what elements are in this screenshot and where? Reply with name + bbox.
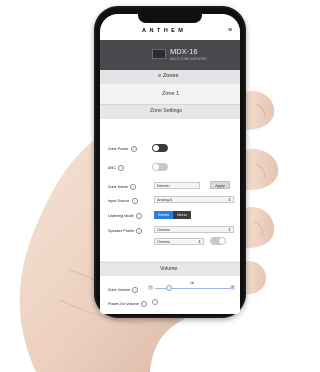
zone-volume-value: 16 <box>190 281 194 285</box>
stereo-option[interactable]: Stereo <box>154 211 173 219</box>
zones-menu-label[interactable]: ≡ Zones <box>158 73 178 79</box>
info-icon[interactable]: i <box>118 165 125 171</box>
mono-option[interactable]: Mono <box>173 211 191 219</box>
info-icon[interactable]: i <box>135 213 142 219</box>
power-on-volume-handle[interactable] <box>152 299 158 305</box>
input-source-value: Analog A <box>157 198 173 202</box>
listening-mode-label: Listening Mode i <box>108 213 142 219</box>
volume-down-icon[interactable]: − <box>148 285 153 290</box>
apply-button[interactable]: Apply <box>210 181 230 189</box>
input-source-select[interactable]: Analog A ⇕ <box>154 196 234 203</box>
speaker-profile-secondary-value: Generic <box>157 240 171 244</box>
select-caret-icon: ⇕ <box>197 240 201 244</box>
zone-name-input[interactable]: Kitchen <box>154 182 200 189</box>
zone-title: Zone 1 <box>162 91 180 97</box>
brand-logo: ANTHEM <box>142 28 187 34</box>
speaker-profile-secondary-select[interactable]: Generic ⇕ <box>154 238 204 245</box>
info-icon[interactable]: i <box>130 146 137 152</box>
info-icon[interactable]: i <box>140 301 147 307</box>
arc-label: ARC i <box>108 165 125 171</box>
zone-power-label: Zone Power i <box>108 146 137 152</box>
zone-volume-label: Zone Volume i <box>108 287 139 293</box>
product-photo: ANTHEM ≡ MDX-16 MULTI-ZONE AMPLIFIER ≡ Z… <box>0 0 280 372</box>
power-on-volume-label: Power-On Volume i <box>108 301 147 307</box>
volume-up-icon[interactable]: + <box>230 285 235 290</box>
info-icon[interactable]: i <box>131 198 138 204</box>
speaker-profile-label: Speaker Profile i <box>108 228 143 234</box>
speaker-profile-select[interactable]: Generic ⇕ <box>154 226 234 233</box>
speaker-profile-value: Generic <box>157 228 171 232</box>
info-icon[interactable]: i <box>132 287 139 293</box>
device-model: MDX-16 <box>170 47 198 56</box>
zone-power-toggle[interactable] <box>152 144 168 152</box>
zone-name-label: Zone Name i <box>108 184 136 190</box>
volume-title: Volume <box>160 266 178 272</box>
info-icon[interactable]: i <box>129 184 136 190</box>
phone-notch <box>138 12 202 23</box>
input-source-label: Input Source i <box>108 198 138 204</box>
zone-settings-title: Zone Settings <box>150 108 183 114</box>
select-caret-icon: ⇕ <box>227 228 231 232</box>
volume-panel <box>100 276 240 314</box>
zone-volume-handle[interactable] <box>166 285 172 291</box>
select-caret-icon: ⇕ <box>227 198 231 202</box>
hamburger-menu-icon[interactable]: ≡ <box>228 27 232 34</box>
info-icon[interactable]: i <box>136 228 143 234</box>
arc-toggle[interactable] <box>152 163 168 171</box>
device-subtitle: MULTI-ZONE AMPLIFIER <box>170 57 207 61</box>
device-icon <box>152 49 166 59</box>
speaker-profile-toggle[interactable] <box>210 237 226 245</box>
app-screen: ANTHEM ≡ MDX-16 MULTI-ZONE AMPLIFIER ≡ Z… <box>100 14 240 314</box>
